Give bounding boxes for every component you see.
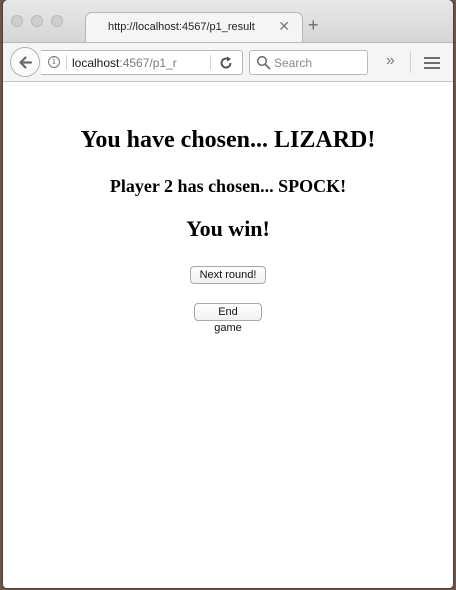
page-content: You have chosen... LIZARD! Player 2 has … bbox=[3, 82, 453, 588]
player-choice-heading: You have chosen... LIZARD! bbox=[80, 127, 376, 153]
back-arrow-icon bbox=[19, 56, 33, 69]
url-text[interactable]: localhost:4567/p1_r bbox=[72, 56, 177, 70]
result-heading: You win! bbox=[186, 216, 270, 241]
reload-icon[interactable] bbox=[218, 55, 234, 71]
next-round-button[interactable]: Next round! bbox=[190, 266, 266, 284]
close-tab-icon[interactable]: ✕ bbox=[278, 18, 290, 35]
zoom-window-button[interactable] bbox=[51, 15, 63, 27]
new-tab-icon[interactable]: + bbox=[308, 16, 319, 34]
hamburger-menu-icon[interactable] bbox=[424, 56, 440, 70]
minimize-window-button[interactable] bbox=[31, 15, 43, 27]
url-divider-right bbox=[210, 55, 211, 70]
end-game-button[interactable]: End game bbox=[194, 303, 262, 334]
browser-tab[interactable]: http://localhost:4567/p1_result ✕ bbox=[85, 12, 303, 43]
overflow-chevron-icon[interactable]: » bbox=[386, 52, 395, 70]
tab-title: http://localhost:4567/p1_result bbox=[108, 21, 255, 33]
url-divider bbox=[66, 55, 67, 70]
url-bar[interactable]: i localhost:4567/p1_r bbox=[41, 50, 243, 75]
opponent-choice-heading: Player 2 has chosen... SPOCK! bbox=[109, 176, 347, 196]
url-host: localhost bbox=[72, 56, 120, 70]
search-icon bbox=[256, 55, 271, 70]
title-bar: http://localhost:4567/p1_result ✕ + bbox=[3, 0, 453, 43]
close-window-button[interactable] bbox=[11, 15, 23, 27]
back-button[interactable] bbox=[10, 47, 40, 77]
browser-window: http://localhost:4567/p1_result ✕ + i lo… bbox=[3, 0, 453, 588]
search-bar[interactable] bbox=[249, 50, 368, 75]
url-path: :4567/p1_r bbox=[119, 56, 177, 70]
search-input[interactable] bbox=[274, 54, 364, 71]
info-icon[interactable]: i bbox=[48, 56, 60, 68]
toolbar-divider bbox=[410, 51, 411, 73]
navigation-toolbar: i localhost:4567/p1_r » bbox=[3, 42, 453, 82]
